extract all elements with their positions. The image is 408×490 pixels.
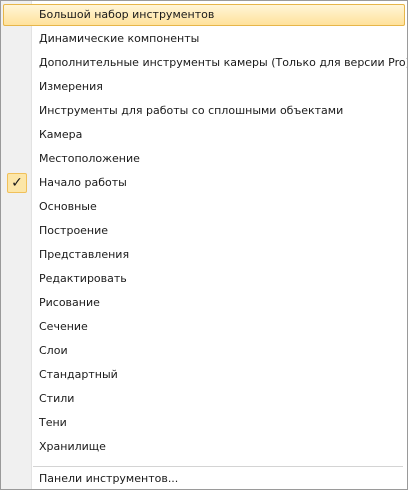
menu-item-label: Дополнительные инструменты камеры (Тольк… — [39, 56, 408, 69]
menu-item-measurements[interactable]: Измерения — [3, 76, 405, 98]
menu-item-edit[interactable]: Редактировать — [3, 268, 405, 290]
menu-item-location[interactable]: Местоположение — [3, 148, 405, 170]
checkmark-icon: ✓ — [7, 173, 27, 193]
menu-item-toolbars-dialog[interactable]: Панели инструментов... — [3, 468, 405, 489]
menu-item-label: Представления — [39, 248, 130, 261]
menu-item-drawing[interactable]: Рисование — [3, 292, 405, 314]
menu-item-label: Динамические компоненты — [39, 32, 200, 45]
menu-items: Большой набор инструментов Динамические … — [1, 1, 407, 489]
menu-item-label: Построение — [39, 224, 109, 237]
menu-item-camera[interactable]: Камера — [3, 124, 405, 146]
menu-item-label: Местоположение — [39, 152, 140, 165]
menu-item-label: Редактировать — [39, 272, 127, 285]
menu-item-label: Рисование — [39, 296, 100, 309]
menu-item-section[interactable]: Сечение — [3, 316, 405, 338]
menu-item-standard[interactable]: Стандартный — [3, 364, 405, 386]
menu-item-warehouse[interactable]: Хранилище — [3, 436, 405, 458]
menu-item-dynamic-components[interactable]: Динамические компоненты — [3, 28, 405, 50]
menu-item-label: Стили — [39, 392, 75, 405]
menu-item-label: Камера — [39, 128, 83, 141]
menu-item-label: Большой набор инструментов — [39, 8, 215, 21]
menu-item-label: Основные — [39, 200, 97, 213]
menu-item-label: Инструменты для работы со сплошными объе… — [39, 104, 344, 117]
menu-item-label: Сечение — [39, 320, 88, 333]
menu-item-getting-started[interactable]: ✓ Начало работы — [3, 172, 405, 194]
menu-item-views[interactable]: Представления — [3, 244, 405, 266]
menu-item-styles[interactable]: Стили — [3, 388, 405, 410]
menu-item-label: Начало работы — [39, 176, 127, 189]
menu-item-principal[interactable]: Основные — [3, 196, 405, 218]
menu-item-label: Стандартный — [39, 368, 118, 381]
menu-item-label: Измерения — [39, 80, 103, 93]
menu-item-large-toolset[interactable]: Большой набор инструментов — [3, 4, 405, 26]
menu-item-label: Тени — [39, 416, 67, 429]
menu-item-shadows[interactable]: Тени — [3, 412, 405, 434]
menu-item-label: Хранилище — [39, 440, 106, 453]
menu-item-advanced-camera-tools[interactable]: Дополнительные инструменты камеры (Тольк… — [3, 52, 408, 74]
menu-separator — [33, 466, 403, 467]
menu-item-construction[interactable]: Построение — [3, 220, 405, 242]
toolbars-context-menu: Большой набор инструментов Динамические … — [0, 0, 408, 490]
menu-item-solid-tools[interactable]: Инструменты для работы со сплошными объе… — [3, 100, 405, 122]
menu-item-label: Панели инструментов... — [39, 472, 179, 485]
menu-item-label: Слои — [39, 344, 68, 357]
menu-item-layers[interactable]: Слои — [3, 340, 405, 362]
